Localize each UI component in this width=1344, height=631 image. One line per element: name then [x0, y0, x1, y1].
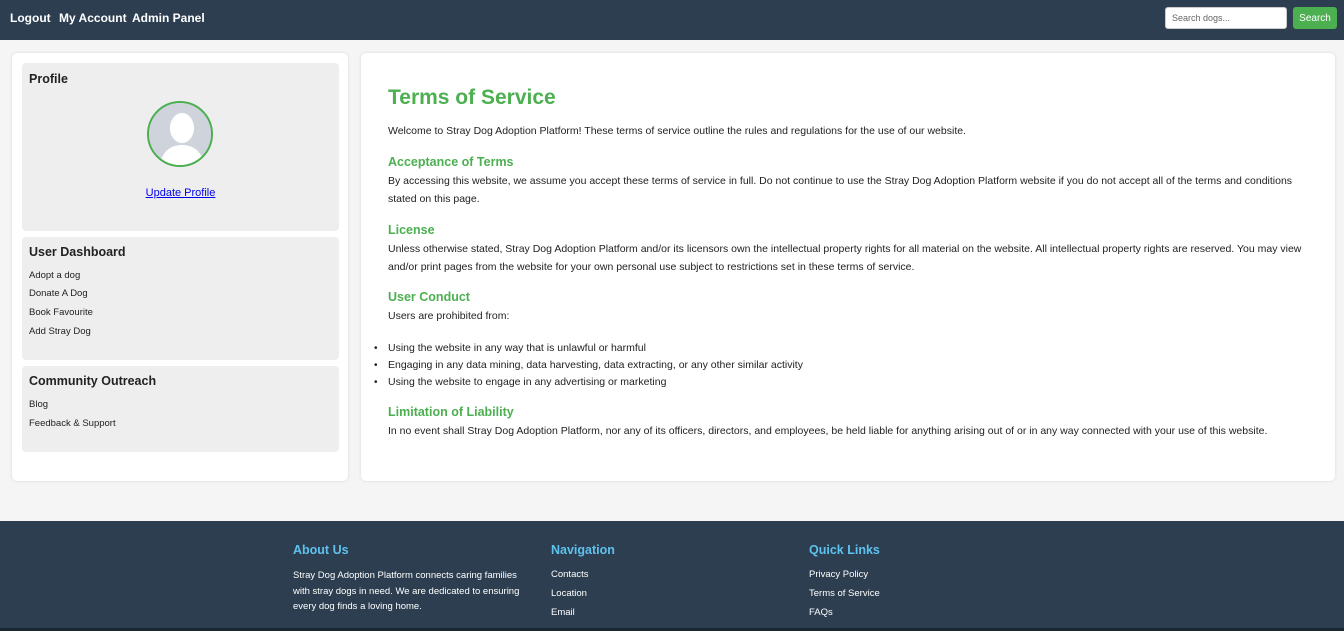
update-profile-link[interactable]: Update Profile [22, 187, 339, 199]
acceptance-heading: Acceptance of Terms [388, 155, 514, 169]
list-item: Using the website to engage in any adver… [374, 374, 803, 391]
quick-links-heading: Quick Links [809, 543, 880, 557]
feedback-support-link[interactable]: Feedback & Support [29, 418, 116, 429]
my-account-link[interactable]: My Account [59, 11, 127, 25]
page-title: Terms of Service [388, 86, 556, 109]
acceptance-text: By accessing this website, we assume you… [388, 175, 1293, 205]
footer-location-link[interactable]: Location [551, 588, 587, 599]
adopt-dog-link[interactable]: Adopt a dog [29, 270, 80, 281]
liability-text: In no event shall Stray Dog Adoption Pla… [388, 425, 1268, 437]
list-item: Engaging in any data mining, data harves… [374, 357, 803, 374]
profile-card: Profile Update Profile [22, 63, 339, 231]
donate-dog-link[interactable]: Donate A Dog [29, 288, 88, 299]
about-us-text: Stray Dog Adoption Platform connects car… [293, 570, 520, 612]
community-outreach-title: Community Outreach [29, 374, 157, 388]
user-silhouette-icon [149, 103, 211, 165]
intro-text: Welcome to Stray Dog Adoption Platform! … [388, 125, 966, 137]
footer-terms-link[interactable]: Terms of Service [809, 588, 880, 599]
admin-panel-link[interactable]: Admin Panel [132, 11, 205, 25]
list-item: Using the website in any way that is unl… [374, 340, 803, 357]
logout-link[interactable]: Logout [10, 11, 51, 25]
liability-heading: Limitation of Liability [388, 405, 514, 419]
license-text: Unless otherwise stated, Stray Dog Adopt… [388, 243, 1302, 273]
avatar [147, 101, 213, 167]
footer-faqs-link[interactable]: FAQs [809, 607, 833, 618]
prohibited-list: Using the website in any way that is unl… [374, 340, 803, 391]
user-dashboard-card: User Dashboard Adopt a dog Donate A Dog … [22, 237, 339, 360]
about-us-heading: About Us [293, 543, 349, 557]
terms-content: Terms of Service Welcome to Stray Dog Ad… [361, 53, 1335, 481]
footer: About Us Stray Dog Adoption Platform con… [0, 521, 1344, 631]
search-button[interactable]: Search [1293, 7, 1337, 29]
profile-title: Profile [29, 72, 68, 86]
user-conduct-heading: User Conduct [388, 290, 470, 304]
search-input[interactable] [1165, 7, 1287, 29]
navigation-heading: Navigation [551, 543, 615, 557]
community-outreach-card: Community Outreach Blog Feedback & Suppo… [22, 366, 339, 452]
sidebar: Profile Update Profile User Dashboard Ad… [12, 53, 348, 481]
footer-email-link[interactable]: Email [551, 607, 575, 618]
add-stray-dog-link[interactable]: Add Stray Dog [29, 326, 91, 337]
license-heading: License [388, 223, 435, 237]
user-dashboard-title: User Dashboard [29, 245, 126, 259]
user-conduct-text: Users are prohibited from: [388, 310, 510, 322]
top-nav-bar: Logout My Account Admin Panel Search [0, 0, 1344, 40]
footer-contacts-link[interactable]: Contacts [551, 569, 589, 580]
blog-link[interactable]: Blog [29, 399, 48, 410]
footer-privacy-link[interactable]: Privacy Policy [809, 569, 868, 580]
book-favourite-link[interactable]: Book Favourite [29, 307, 93, 318]
